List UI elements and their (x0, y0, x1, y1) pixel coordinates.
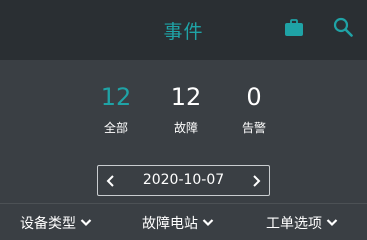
briefcase-icon[interactable] (284, 18, 304, 38)
chevron-right-icon[interactable] (243, 166, 269, 195)
search-icon[interactable] (333, 17, 353, 37)
stat-fault[interactable]: 12 故障 (156, 83, 216, 136)
chevron-down-icon (326, 219, 338, 227)
stat-all-label: 全部 (103, 121, 128, 135)
filter-device-type[interactable]: 设备类型 (20, 213, 92, 233)
filter-device-type-label: 设备类型 (20, 216, 76, 232)
stat-all-count: 12 (100, 83, 132, 111)
filter-fault-station-label: 故障电站 (142, 216, 198, 232)
chevron-down-icon (202, 219, 214, 227)
app-screen: 事件 12 全部 12 故障 0 告警 2020-10-07 设备类型 故障电站… (0, 0, 367, 240)
stat-fault-label: 故障 (173, 121, 198, 135)
filter-work-order-label: 工单选项 (266, 216, 322, 232)
filter-fault-station[interactable]: 故障电站 (142, 213, 214, 233)
stat-all[interactable]: 12 全部 (86, 83, 146, 136)
date-selector: 2020-10-07 (97, 165, 270, 196)
top-header: 事件 (0, 0, 367, 60)
stat-fault-count: 12 (170, 83, 202, 111)
chevron-down-icon (80, 219, 92, 227)
current-date[interactable]: 2020-10-07 (124, 172, 243, 188)
stat-alarm[interactable]: 0 告警 (224, 83, 284, 136)
page-title: 事件 (163, 21, 204, 43)
chevron-left-icon[interactable] (98, 166, 124, 195)
filter-bar: 设备类型 故障电站 工单选项 (0, 203, 367, 240)
stat-alarm-label: 告警 (241, 121, 266, 135)
filter-work-order[interactable]: 工单选项 (266, 213, 338, 233)
stat-alarm-count: 0 (246, 83, 262, 111)
